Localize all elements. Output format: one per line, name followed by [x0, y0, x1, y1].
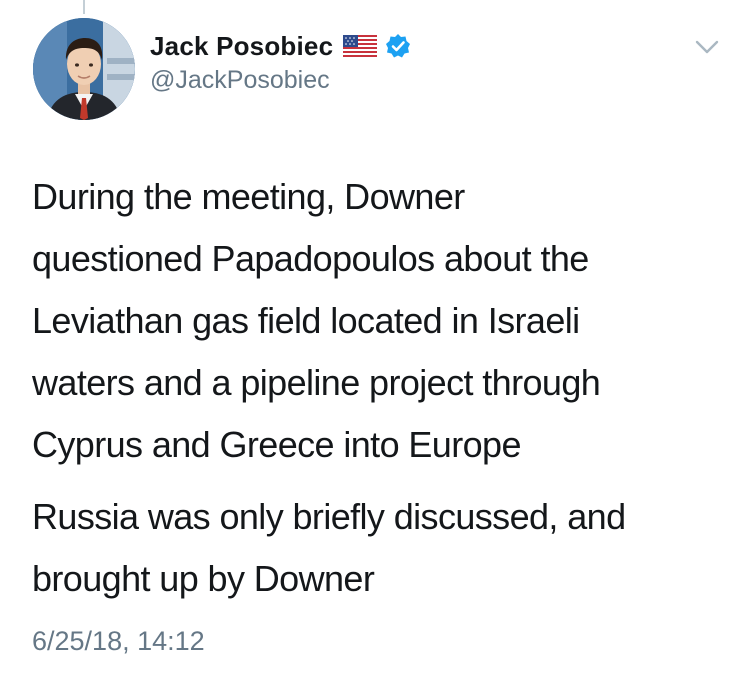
avatar[interactable] [33, 18, 135, 120]
tweet-paragraph: Russia was only briefly discussed, and b… [32, 496, 626, 599]
display-name[interactable]: Jack Posobiec [150, 31, 333, 62]
verified-badge-icon [385, 33, 411, 59]
profile-photo [33, 18, 135, 120]
author-name-row: Jack Posobiec [150, 28, 411, 64]
user-handle[interactable]: @JackPosobiec [150, 66, 330, 95]
tweet-paragraph: During the meeting, Downer questioned Pa… [32, 176, 601, 465]
us-flag-icon [343, 35, 378, 57]
thread-connector-line [83, 0, 85, 14]
chevron-down-icon[interactable] [692, 36, 722, 58]
tweet-timestamp[interactable]: 6/25/18, 14:12 [32, 626, 205, 657]
tweet-body: During the meeting, Downer questioned Pa… [32, 166, 732, 610]
